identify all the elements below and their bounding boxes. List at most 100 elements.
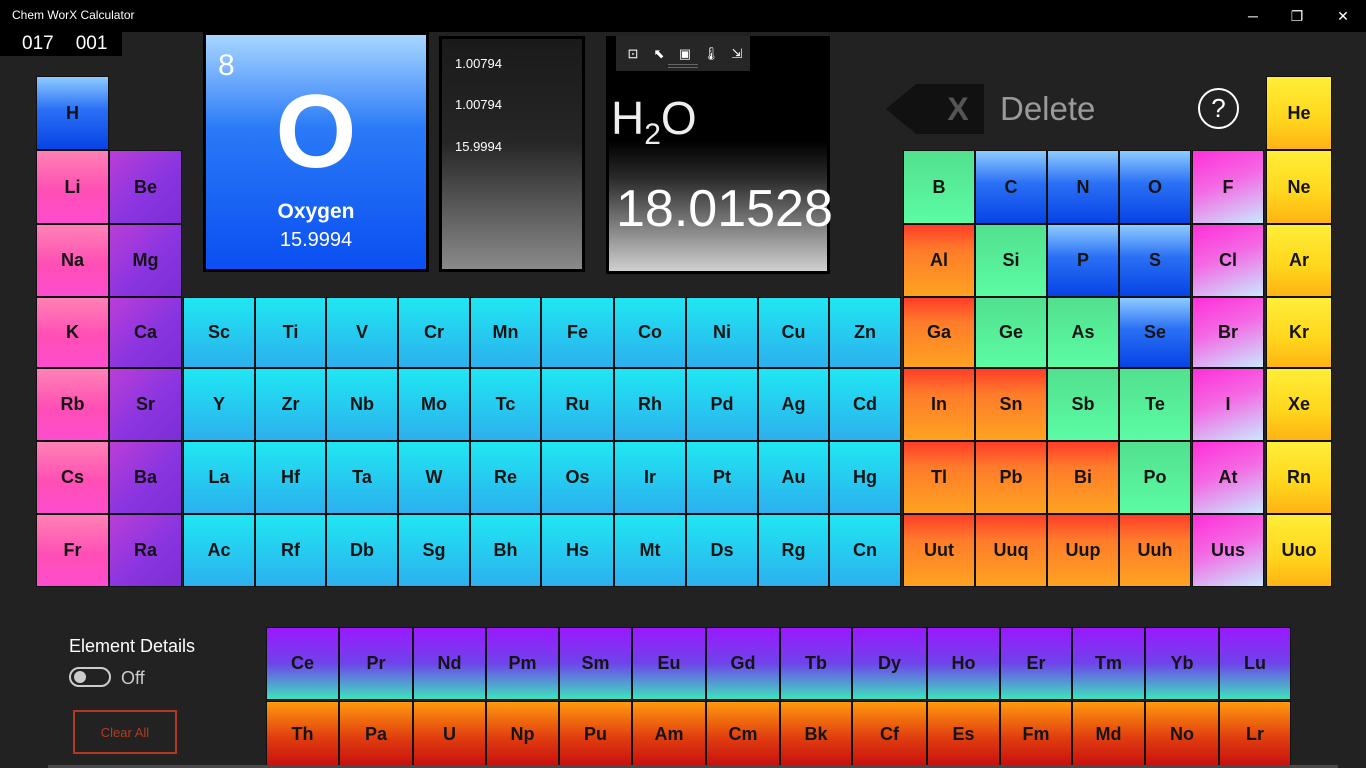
element-tile-Es[interactable]: Es <box>927 701 1000 768</box>
element-tile-Rb[interactable]: Rb <box>36 368 109 441</box>
element-tile-Hg[interactable]: Hg <box>829 441 901 514</box>
element-tile-Th[interactable]: Th <box>266 701 339 768</box>
element-tile-Ir[interactable]: Ir <box>614 441 686 514</box>
element-tile-Sc[interactable]: Sc <box>183 297 255 368</box>
element-tile-Tc[interactable]: Tc <box>470 368 541 441</box>
element-tile-Xe[interactable]: Xe <box>1266 368 1332 441</box>
element-tile-Na[interactable]: Na <box>36 224 109 297</box>
element-tile-Ni[interactable]: Ni <box>686 297 758 368</box>
clear-all-button[interactable]: Clear All <box>73 710 177 754</box>
element-tile-Pd[interactable]: Pd <box>686 368 758 441</box>
close-button[interactable]: ✕ <box>1320 0 1366 32</box>
element-tile-He[interactable]: He <box>1266 76 1332 150</box>
element-tile-Lu[interactable]: Lu <box>1219 627 1291 700</box>
element-tile-Bk[interactable]: Bk <box>780 701 852 768</box>
element-tile-Ga[interactable]: Ga <box>903 297 975 368</box>
select-area-icon[interactable]: ⊡ <box>620 46 646 62</box>
element-tile-Bi[interactable]: Bi <box>1047 441 1119 514</box>
element-tile-Uuo[interactable]: Uuo <box>1266 514 1332 587</box>
element-tile-Cf[interactable]: Cf <box>852 701 927 768</box>
element-tile-Fm[interactable]: Fm <box>1000 701 1072 768</box>
element-tile-Rn[interactable]: Rn <box>1266 441 1332 514</box>
element-tile-Y[interactable]: Y <box>183 368 255 441</box>
element-tile-La[interactable]: La <box>183 441 255 514</box>
element-tile-Tb[interactable]: Tb <box>780 627 852 700</box>
element-tile-Rh[interactable]: Rh <box>614 368 686 441</box>
element-tile-W[interactable]: W <box>398 441 470 514</box>
element-tile-Pa[interactable]: Pa <box>339 701 413 768</box>
element-tile-Db[interactable]: Db <box>326 514 398 587</box>
element-tile-Pb[interactable]: Pb <box>975 441 1047 514</box>
element-tile-As[interactable]: As <box>1047 297 1119 368</box>
element-tile-No[interactable]: No <box>1145 701 1219 768</box>
element-tile-Rg[interactable]: Rg <box>758 514 829 587</box>
element-tile-Fr[interactable]: Fr <box>36 514 109 587</box>
minimize-button[interactable]: ─ <box>1230 0 1276 32</box>
element-tile-Zn[interactable]: Zn <box>829 297 901 368</box>
element-tile-Er[interactable]: Er <box>1000 627 1072 700</box>
element-tile-Eu[interactable]: Eu <box>632 627 706 700</box>
export-icon[interactable]: ⇲ <box>724 46 750 62</box>
element-tile-Sg[interactable]: Sg <box>398 514 470 587</box>
element-tile-Ru[interactable]: Ru <box>541 368 614 441</box>
restore-button[interactable]: ❐ <box>1274 0 1320 32</box>
element-tile-Cr[interactable]: Cr <box>398 297 470 368</box>
element-tile-Hs[interactable]: Hs <box>541 514 614 587</box>
element-tile-Gd[interactable]: Gd <box>706 627 780 700</box>
element-tile-Al[interactable]: Al <box>903 224 975 297</box>
element-tile-Te[interactable]: Te <box>1119 368 1191 441</box>
element-tile-Mo[interactable]: Mo <box>398 368 470 441</box>
element-tile-K[interactable]: K <box>36 297 109 368</box>
element-tile-Br[interactable]: Br <box>1192 297 1264 368</box>
element-tile-Mt[interactable]: Mt <box>614 514 686 587</box>
element-tile-Os[interactable]: Os <box>541 441 614 514</box>
element-tile-Pm[interactable]: Pm <box>486 627 559 700</box>
element-tile-V[interactable]: V <box>326 297 398 368</box>
element-tile-Ne[interactable]: Ne <box>1266 150 1332 224</box>
element-tile-Nb[interactable]: Nb <box>326 368 398 441</box>
element-tile-Tl[interactable]: Tl <box>903 441 975 514</box>
element-tile-Se[interactable]: Se <box>1119 297 1191 368</box>
element-tile-Ba[interactable]: Ba <box>109 441 182 514</box>
element-tile-Ge[interactable]: Ge <box>975 297 1047 368</box>
element-tile-Am[interactable]: Am <box>632 701 706 768</box>
element-tile-In[interactable]: In <box>903 368 975 441</box>
element-tile-Cd[interactable]: Cd <box>829 368 901 441</box>
element-tile-Sn[interactable]: Sn <box>975 368 1047 441</box>
element-tile-Np[interactable]: Np <box>486 701 559 768</box>
element-tile-N[interactable]: N <box>1047 150 1119 224</box>
element-tile-Nd[interactable]: Nd <box>413 627 486 700</box>
element-tile-Lr[interactable]: Lr <box>1219 701 1291 768</box>
element-tile-Ce[interactable]: Ce <box>266 627 339 700</box>
element-tile-Dy[interactable]: Dy <box>852 627 927 700</box>
element-tile-Bh[interactable]: Bh <box>470 514 541 587</box>
element-tile-Yb[interactable]: Yb <box>1145 627 1219 700</box>
element-tile-O[interactable]: O <box>1119 150 1191 224</box>
element-tile-Mn[interactable]: Mn <box>470 297 541 368</box>
element-tile-Md[interactable]: Md <box>1072 701 1145 768</box>
element-tile-Sr[interactable]: Sr <box>109 368 182 441</box>
element-tile-Co[interactable]: Co <box>614 297 686 368</box>
element-tile-Fe[interactable]: Fe <box>541 297 614 368</box>
element-tile-Ho[interactable]: Ho <box>927 627 1000 700</box>
help-button[interactable]: ? <box>1198 88 1239 129</box>
element-tile-H[interactable]: H <box>36 76 109 150</box>
element-tile-Be[interactable]: Be <box>109 150 182 224</box>
element-tile-Zr[interactable]: Zr <box>255 368 326 441</box>
element-tile-Pt[interactable]: Pt <box>686 441 758 514</box>
element-tile-B[interactable]: B <box>903 150 975 224</box>
element-tile-Uuq[interactable]: Uuq <box>975 514 1047 587</box>
element-tile-At[interactable]: At <box>1192 441 1264 514</box>
element-tile-Uut[interactable]: Uut <box>903 514 975 587</box>
element-tile-F[interactable]: F <box>1192 150 1264 224</box>
element-tile-Uuh[interactable]: Uuh <box>1119 514 1191 587</box>
element-tile-Cs[interactable]: Cs <box>36 441 109 514</box>
element-tile-Cm[interactable]: Cm <box>706 701 780 768</box>
element-tile-Uus[interactable]: Uus <box>1192 514 1264 587</box>
element-tile-C[interactable]: C <box>975 150 1047 224</box>
element-tile-Ca[interactable]: Ca <box>109 297 182 368</box>
element-tile-Rf[interactable]: Rf <box>255 514 326 587</box>
element-tile-Cu[interactable]: Cu <box>758 297 829 368</box>
element-tile-Re[interactable]: Re <box>470 441 541 514</box>
element-tile-Pr[interactable]: Pr <box>339 627 413 700</box>
